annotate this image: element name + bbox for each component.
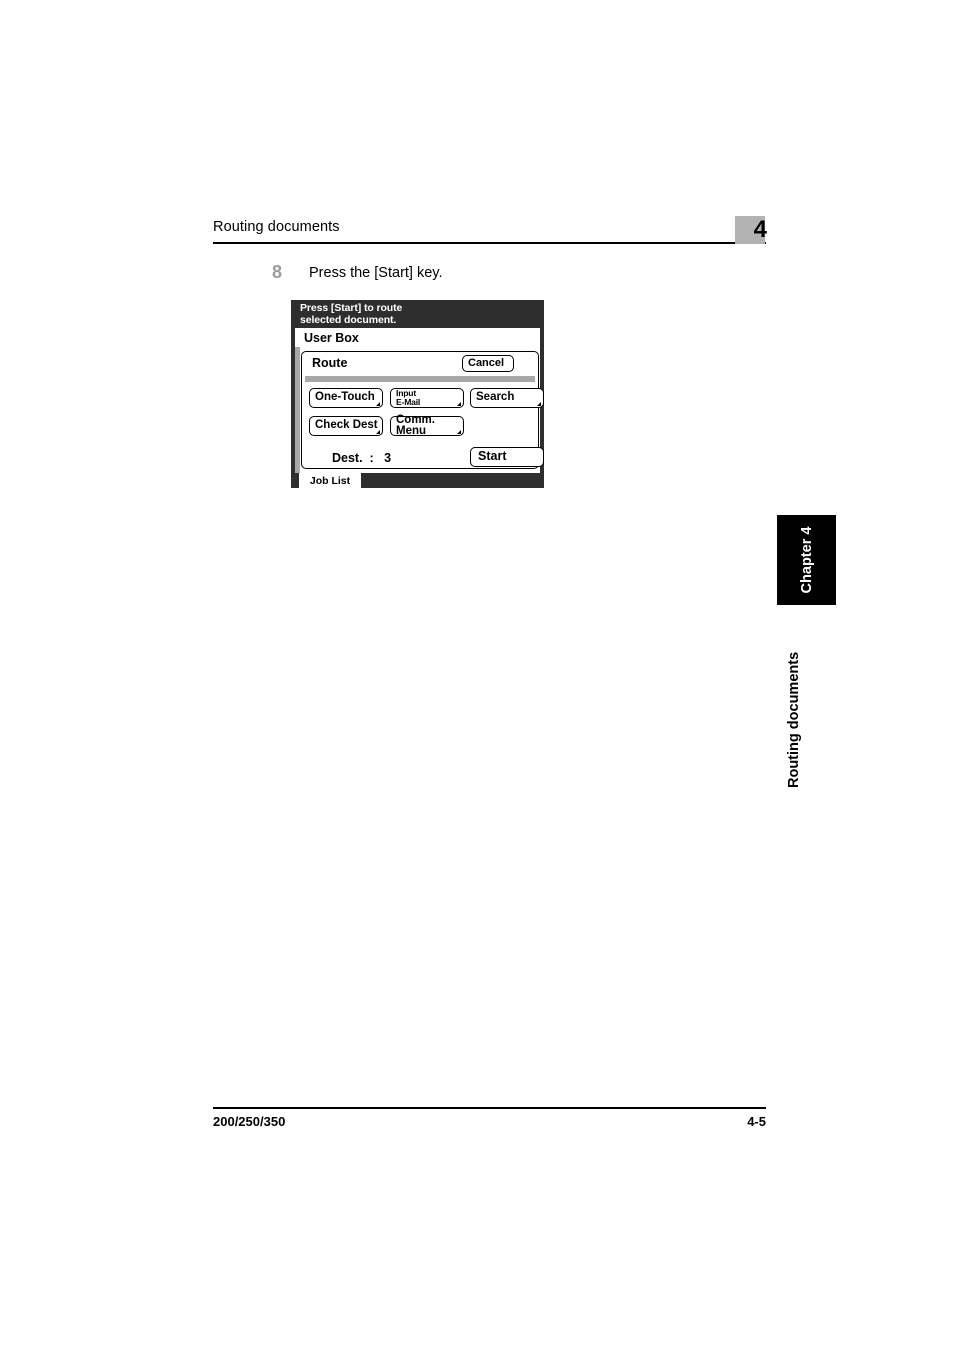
search-button-label: Search bbox=[476, 391, 515, 404]
search-button[interactable]: Search bbox=[470, 388, 544, 408]
lcd-message-text: Press [Start] to route selected document… bbox=[300, 302, 403, 327]
page-header: Routing documents bbox=[213, 219, 766, 247]
check-dest-button[interactable]: Check Dest bbox=[309, 416, 383, 436]
route-panel-divider bbox=[305, 376, 535, 382]
comm-menu-button[interactable]: Comm. Menu bbox=[390, 413, 464, 437]
chapter-tab-label: Chapter 4 bbox=[798, 526, 815, 594]
job-list-button[interactable]: Job List bbox=[299, 473, 361, 488]
lcd-screen-body: Route Cancel One-Touch Input E-Mail Sear… bbox=[295, 347, 544, 473]
footer-model-text: 200/250/350 bbox=[213, 1114, 286, 1129]
lcd-screen-title: User Box bbox=[304, 331, 359, 345]
header-divider bbox=[213, 242, 766, 244]
submenu-triangle-icon bbox=[375, 401, 380, 406]
input-email-button[interactable]: Input E-Mail bbox=[390, 388, 464, 408]
lcd-panel-figure: Press [Start] to route selected document… bbox=[291, 300, 544, 488]
start-button[interactable]: Start bbox=[470, 447, 544, 467]
lcd-title-bar: User Box bbox=[295, 328, 540, 347]
section-tab-label: Routing documents bbox=[786, 651, 802, 788]
input-email-button-label: Input E-Mail bbox=[396, 388, 421, 407]
route-panel-title: Route bbox=[312, 356, 348, 370]
submenu-triangle-icon bbox=[456, 401, 461, 406]
step-number: 8 bbox=[272, 262, 283, 282]
route-panel-header: Route Cancel bbox=[302, 352, 538, 375]
lcd-footer-bar: Job List bbox=[291, 473, 544, 488]
check-dest-button-label: Check Dest bbox=[315, 419, 378, 432]
start-button-label: Start bbox=[478, 449, 507, 464]
job-list-button-label: Job List bbox=[309, 474, 351, 487]
page-title: Routing documents bbox=[213, 219, 340, 235]
submenu-triangle-icon bbox=[536, 401, 541, 406]
submenu-triangle-icon bbox=[456, 429, 461, 434]
lcd-left-rail bbox=[295, 347, 300, 473]
one-touch-button-label: One-Touch bbox=[315, 391, 375, 404]
chapter-tab: Chapter 4 bbox=[777, 515, 836, 605]
submenu-triangle-icon bbox=[375, 429, 380, 434]
lcd-message-bar: Press [Start] to route selected document… bbox=[291, 300, 544, 328]
footer-divider bbox=[213, 1107, 766, 1109]
comm-menu-button-label: Comm. Menu bbox=[396, 413, 435, 437]
cancel-button-label: Cancel bbox=[468, 356, 505, 369]
route-panel: Route Cancel One-Touch Input E-Mail Sear… bbox=[301, 351, 544, 469]
destination-count-readout: Dest. : 3 bbox=[332, 451, 392, 465]
step-instruction-text: Press the [Start] key. bbox=[309, 265, 443, 281]
one-touch-button[interactable]: One-Touch bbox=[309, 388, 383, 408]
chapter-marker-number: 4 bbox=[753, 216, 767, 243]
footer-page-number: 4-5 bbox=[747, 1114, 766, 1129]
cancel-button[interactable]: Cancel bbox=[462, 355, 514, 372]
